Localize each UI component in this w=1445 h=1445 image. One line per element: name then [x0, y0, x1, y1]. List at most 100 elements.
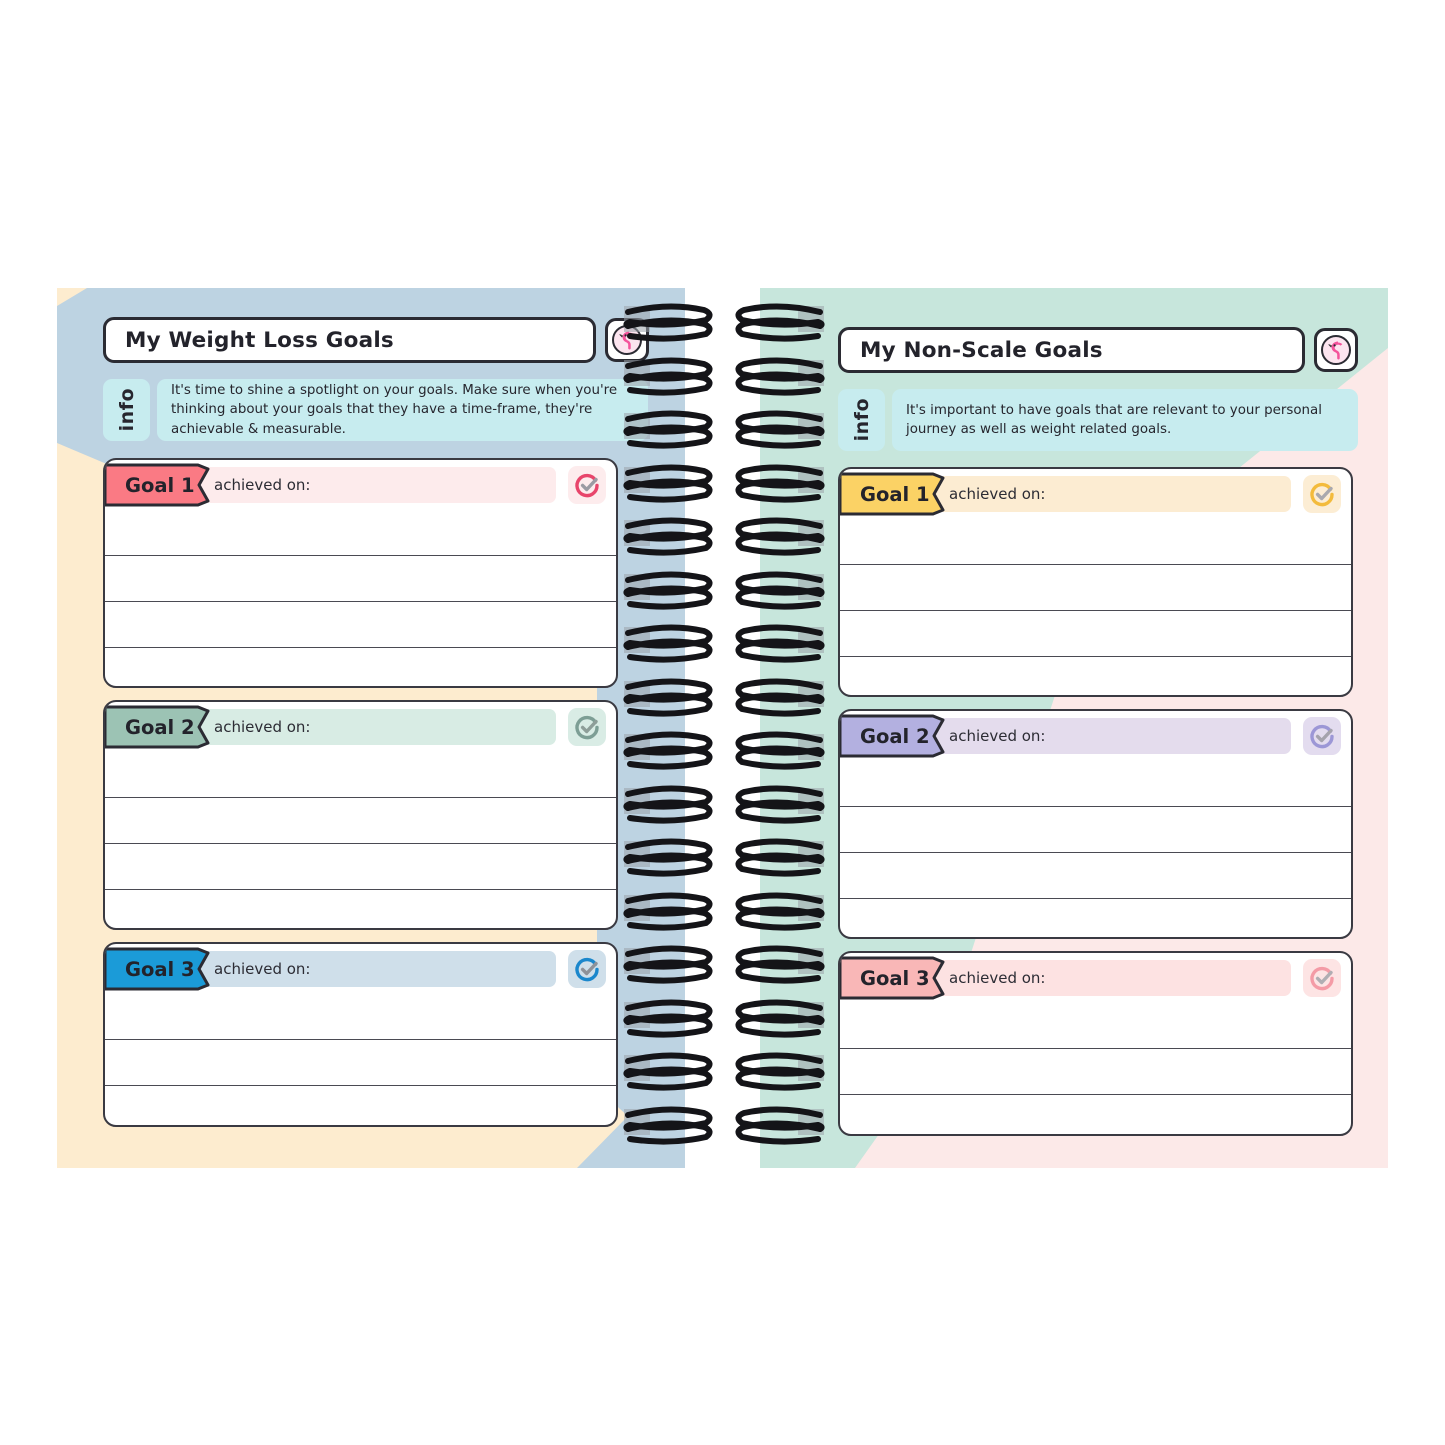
writing-line[interactable]: [105, 994, 616, 1039]
goal-writing-lines[interactable]: [105, 510, 616, 686]
spiral-coil: [620, 998, 715, 1054]
notebook-spread: My Weight Loss Goals info It's time to s…: [0, 0, 1445, 1445]
writing-line[interactable]: [840, 564, 1351, 610]
achieved-on-label: achieved on:: [214, 476, 311, 494]
info-text: It's time to shine a spotlight on your g…: [171, 382, 618, 437]
writing-line[interactable]: [105, 555, 616, 601]
spiral-coil: [620, 516, 715, 572]
spiral-coil: [733, 570, 828, 626]
info-tab: info: [838, 389, 885, 451]
achieved-on-label: achieved on:: [949, 969, 1046, 987]
writing-line[interactable]: [840, 1048, 1351, 1094]
goal-writing-lines[interactable]: [105, 752, 616, 928]
right-info-row: info It's important to have goals that a…: [838, 389, 1358, 451]
spiral-coil: [620, 1105, 715, 1161]
writing-line[interactable]: [840, 610, 1351, 656]
goal-label: Goal 2: [860, 724, 930, 748]
spiral-coil: [733, 998, 828, 1054]
spiral-coil: [733, 1105, 828, 1161]
goal-card[interactable]: Goal 1 achieved on:: [838, 467, 1353, 697]
goal-label: Goal 2: [125, 715, 195, 739]
achieved-check-icon[interactable]: [568, 708, 606, 746]
info-tab-label: info: [850, 398, 873, 442]
left-title-row: My Weight Loss Goals: [103, 317, 649, 363]
writing-line[interactable]: [105, 601, 616, 647]
goal-card[interactable]: Goal 3 achieved on:: [103, 942, 618, 1127]
spiral-coil: [733, 891, 828, 947]
writing-line[interactable]: [840, 519, 1351, 564]
writing-line[interactable]: [840, 852, 1351, 898]
left-page: My Weight Loss Goals info It's time to s…: [57, 288, 685, 1168]
goal-card[interactable]: Goal 2 achieved on:: [838, 709, 1353, 939]
writing-line[interactable]: [840, 1003, 1351, 1048]
spiral-coil: [733, 302, 828, 358]
goal-card[interactable]: Goal 2 achieved on:: [103, 700, 618, 930]
writing-line[interactable]: [840, 656, 1351, 695]
goal-ribbon: Goal 1: [840, 472, 945, 516]
writing-line[interactable]: [105, 752, 616, 797]
spiral-coil: [733, 730, 828, 786]
achieved-on-label: achieved on:: [949, 727, 1046, 745]
goal-card[interactable]: Goal 3 achieved on:: [838, 951, 1353, 1136]
writing-line[interactable]: [105, 1085, 616, 1125]
flamingo-icon[interactable]: [1314, 328, 1358, 372]
goal-writing-lines[interactable]: [840, 761, 1351, 937]
left-info-row: info It's time to shine a spotlight on y…: [103, 379, 648, 441]
right-page: My Non-Scale Goals info It's important t…: [760, 288, 1388, 1168]
achieved-on-label: achieved on:: [949, 485, 1046, 503]
goal-writing-lines[interactable]: [840, 519, 1351, 695]
goal-header: Goal 2 achieved on:: [105, 702, 616, 752]
spiral-coil: [733, 837, 828, 893]
achieved-check-icon[interactable]: [568, 950, 606, 988]
writing-line[interactable]: [105, 1039, 616, 1085]
spiral-coil: [733, 784, 828, 840]
writing-line[interactable]: [105, 843, 616, 889]
info-text-box: It's time to shine a spotlight on your g…: [157, 379, 648, 441]
spiral-binding: [612, 288, 836, 1168]
goal-header: Goal 1 achieved on:: [105, 460, 616, 510]
writing-line[interactable]: [105, 797, 616, 843]
achieved-check-icon[interactable]: [1303, 475, 1341, 513]
writing-line[interactable]: [840, 806, 1351, 852]
spiral-coil: [620, 944, 715, 1000]
info-tab: info: [103, 379, 150, 441]
writing-line[interactable]: [105, 889, 616, 928]
writing-line[interactable]: [840, 761, 1351, 806]
left-page-title-box[interactable]: My Weight Loss Goals: [103, 317, 596, 363]
writing-line[interactable]: [105, 647, 616, 686]
achieved-check-icon[interactable]: [1303, 959, 1341, 997]
spiral-coil: [620, 409, 715, 465]
spiral-coil: [620, 623, 715, 679]
spiral-coil: [733, 623, 828, 679]
goal-ribbon: Goal 3: [105, 947, 210, 991]
writing-line[interactable]: [105, 510, 616, 555]
spiral-coil: [620, 570, 715, 626]
info-tab-label: info: [115, 388, 138, 432]
spiral-coil: [620, 356, 715, 412]
goal-label: Goal 3: [125, 957, 195, 981]
page-title-box[interactable]: My Non-Scale Goals: [838, 327, 1305, 373]
goal-ribbon: Goal 1: [105, 463, 210, 507]
spiral-coil: [620, 891, 715, 947]
goal-label: Goal 1: [860, 482, 930, 506]
goal-header: Goal 1 achieved on:: [840, 469, 1351, 519]
spiral-coil: [620, 302, 715, 358]
goal-header: Goal 3 achieved on:: [840, 953, 1351, 1003]
right-title-row: My Non-Scale Goals: [838, 327, 1358, 373]
spiral-coil: [620, 730, 715, 786]
goal-card[interactable]: Goal 1 achieved on:: [103, 458, 618, 688]
page-title: My Non-Scale Goals: [860, 337, 1103, 363]
goal-ribbon: Goal 2: [105, 705, 210, 749]
goal-writing-lines[interactable]: [105, 994, 616, 1125]
goal-header: Goal 2 achieved on:: [840, 711, 1351, 761]
goal-label: Goal 1: [125, 473, 195, 497]
goal-label: Goal 3: [860, 966, 930, 990]
info-text-box: It's important to have goals that are re…: [892, 389, 1358, 451]
goal-writing-lines[interactable]: [840, 1003, 1351, 1134]
achieved-check-icon[interactable]: [568, 466, 606, 504]
achieved-check-icon[interactable]: [1303, 717, 1341, 755]
goal-header: Goal 3 achieved on:: [105, 944, 616, 994]
writing-line[interactable]: [840, 898, 1351, 937]
achieved-on-label: achieved on:: [214, 960, 311, 978]
writing-line[interactable]: [840, 1094, 1351, 1134]
